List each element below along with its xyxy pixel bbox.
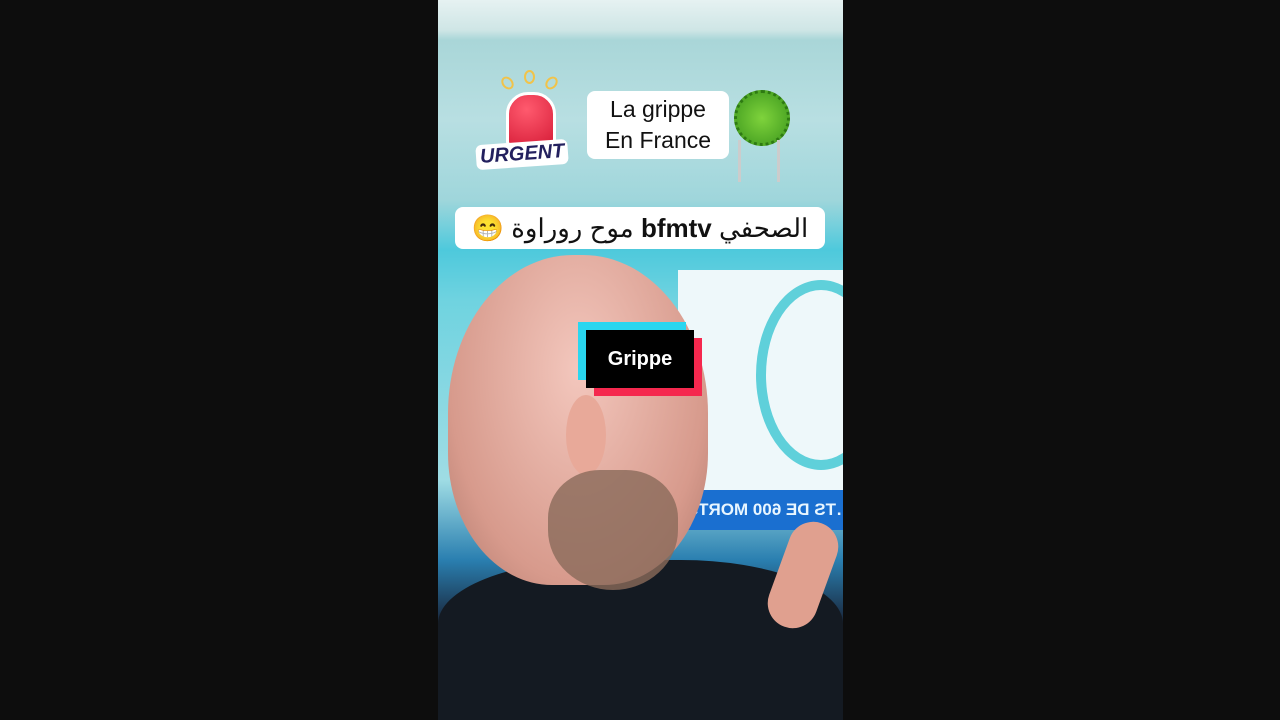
grippe-tag: Grippe xyxy=(578,322,702,396)
urgent-sticker: URGENT xyxy=(475,70,576,175)
grin-emoji-icon: 😁 xyxy=(471,213,505,243)
siren-icon xyxy=(506,92,556,146)
caption-box: الصحفي bfmtv موح روراوة 😁 xyxy=(455,207,825,249)
caption-arabic-1: الصحفي xyxy=(718,213,809,243)
video-frame[interactable]: …TS DE 600 MORTS EN … URGENT La grippe E… xyxy=(438,0,843,720)
virus-legs-icon xyxy=(738,140,780,182)
title-sticker: La grippe En France xyxy=(587,91,729,159)
urgent-label: URGENT xyxy=(475,138,570,171)
title-line-1: La grippe xyxy=(610,96,706,122)
tag-label: Grippe xyxy=(586,330,694,388)
caption-arabic-2: موح روراوة xyxy=(511,213,634,243)
person-ear xyxy=(566,395,606,475)
caption-brand: bfmtv xyxy=(640,213,712,243)
person-beard xyxy=(548,470,678,590)
virus-mascot-icon xyxy=(734,90,790,146)
title-line-2: En France xyxy=(604,127,712,153)
